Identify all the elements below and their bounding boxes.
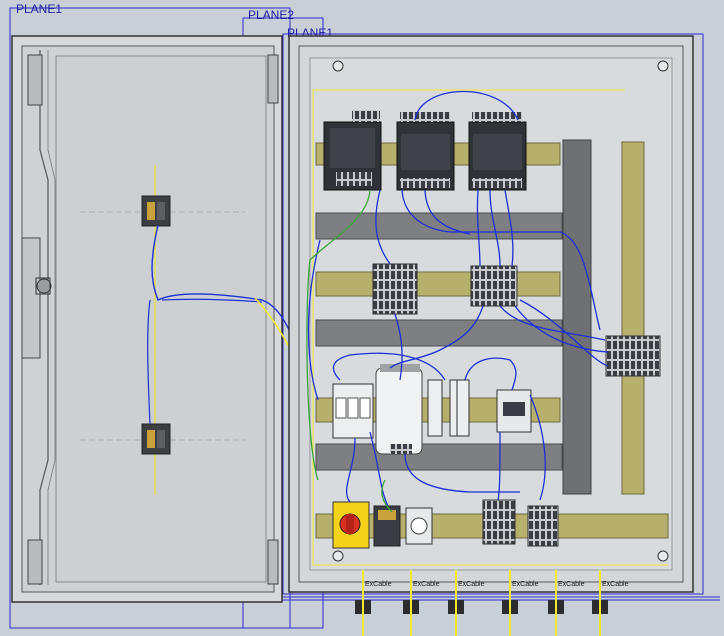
cable-label: ExCable (512, 581, 539, 588)
cable-label: ExCable (413, 581, 440, 588)
contactor[interactable] (496, 389, 532, 433)
circuit-breaker[interactable] (332, 383, 374, 439)
main-isolator-switch[interactable] (332, 501, 370, 549)
cable-label: ExCable (558, 581, 585, 588)
power-supply-module[interactable] (323, 110, 382, 191)
door-pilot-light-top[interactable] (141, 195, 171, 227)
cable-label: ExCable (458, 581, 485, 588)
transformer[interactable] (375, 364, 423, 455)
cable-label: ExCable (365, 581, 392, 588)
cabinet-door[interactable] (11, 35, 316, 603)
door-pilot-light-bottom[interactable] (141, 423, 171, 455)
plc-module-1[interactable] (396, 112, 455, 191)
plane-label-1: PLANE1 (16, 2, 62, 16)
cable-label: ExCable (602, 581, 629, 588)
motor-starter[interactable] (373, 505, 401, 547)
cad-viewport[interactable]: PLANE1 PLANE2 PLANE1 ExCable ExCable ExC… (0, 0, 724, 636)
plc-module-2[interactable] (468, 112, 527, 191)
socket-outlet[interactable] (405, 507, 433, 545)
plane-label-2: PLANE2 (248, 8, 294, 22)
